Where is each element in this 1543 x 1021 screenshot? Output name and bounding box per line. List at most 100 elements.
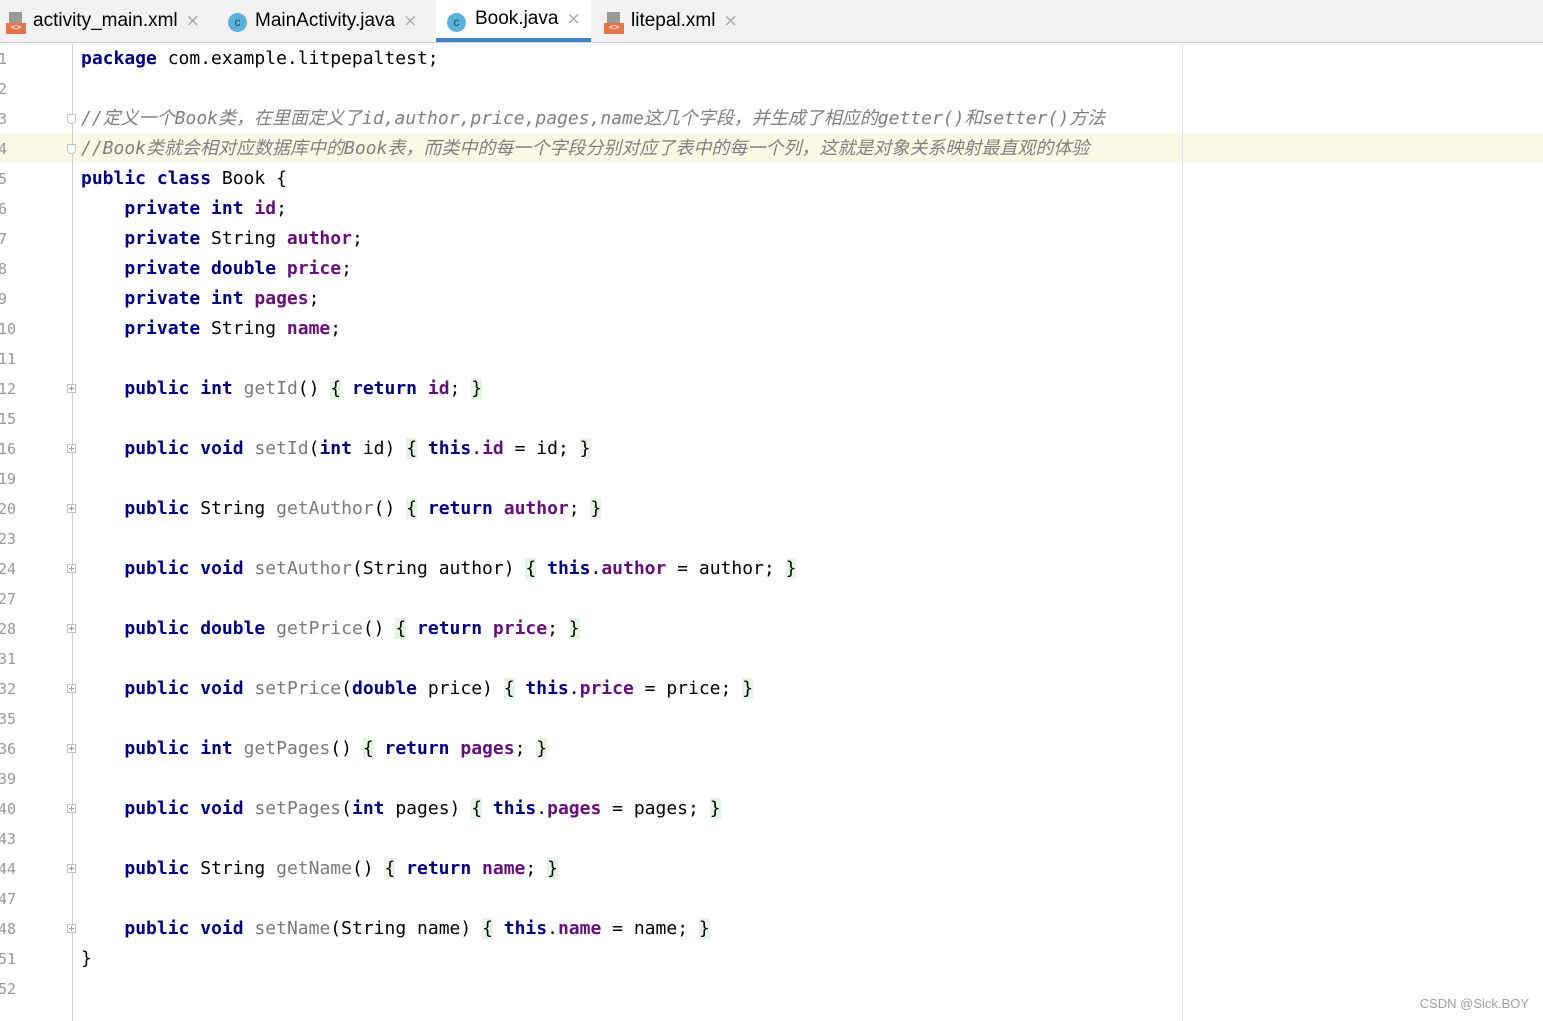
- line-number[interactable]: 48: [0, 914, 38, 944]
- field-token: id: [427, 378, 450, 399]
- code-line[interactable]: private int pages;: [81, 284, 319, 314]
- comment: //定义一个Book类，在里面定义了id,author,price,pages,…: [81, 108, 1106, 129]
- line-number[interactable]: 28: [0, 614, 38, 644]
- brace-token: }: [590, 498, 602, 519]
- line-number[interactable]: 8: [0, 254, 38, 284]
- keyword-token: double: [200, 618, 266, 639]
- fold-expand-icon[interactable]: [67, 924, 76, 933]
- fold-expand-icon[interactable]: [67, 384, 76, 393]
- fold-expand-icon[interactable]: [67, 564, 76, 573]
- fold-expand-icon[interactable]: [67, 624, 76, 633]
- code-line[interactable]: public void setAuthor(String author) { t…: [81, 554, 797, 584]
- code-line[interactable]: private String name;: [81, 314, 341, 344]
- code-line[interactable]: public void setId(int id) { this.id = id…: [81, 434, 591, 464]
- tab-mainactivity-java[interactable]: c MainActivity.java ×: [221, 0, 431, 42]
- code-line[interactable]: private String author;: [81, 224, 362, 254]
- line-number[interactable]: 24: [0, 554, 38, 584]
- close-icon[interactable]: ×: [723, 11, 737, 31]
- close-icon[interactable]: ×: [566, 9, 580, 29]
- line-number[interactable]: 3: [0, 104, 38, 134]
- right-margin-guide: [1182, 44, 1183, 1021]
- line-number[interactable]: 15: [0, 404, 38, 434]
- field-token: name: [286, 318, 331, 339]
- line-number[interactable]: 20: [0, 494, 38, 524]
- code-line[interactable]: //定义一个Book类，在里面定义了id,author,price,pages,…: [81, 104, 1105, 134]
- line-number[interactable]: 12: [0, 374, 38, 404]
- code-line[interactable]: }: [81, 944, 92, 974]
- field-token: author: [286, 228, 352, 249]
- code-line[interactable]: private int id;: [81, 194, 287, 224]
- code-line[interactable]: public class Book {: [81, 164, 287, 194]
- line-number[interactable]: 2: [0, 74, 38, 104]
- line-number[interactable]: 39: [0, 764, 38, 794]
- brace-token: {: [406, 438, 418, 459]
- line-number[interactable]: 40: [0, 794, 38, 824]
- keyword-token: void: [200, 678, 244, 699]
- line-number[interactable]: 47: [0, 884, 38, 914]
- method-name-token: setName: [254, 918, 331, 939]
- line-number[interactable]: 1: [0, 44, 38, 74]
- line-number[interactable]: 16: [0, 434, 38, 464]
- line-number[interactable]: 9: [0, 284, 38, 314]
- line-number[interactable]: 43: [0, 824, 38, 854]
- brace-token: }: [579, 438, 591, 459]
- line-number[interactable]: 4: [0, 134, 38, 164]
- brace-token: }: [698, 918, 710, 939]
- line-number[interactable]: 5: [0, 164, 38, 194]
- java-class-icon: c: [228, 13, 247, 32]
- fold-marker[interactable]: [67, 114, 76, 124]
- keyword-token: private int: [124, 198, 244, 219]
- line-number[interactable]: 6: [0, 194, 38, 224]
- method-name-token: setPages: [254, 798, 342, 819]
- keyword-token: return: [427, 498, 493, 519]
- line-number[interactable]: 35: [0, 704, 38, 734]
- tab-litepal-xml[interactable]: <> litepal.xml ×: [598, 0, 758, 42]
- code-line[interactable]: public void setPages(int pages) { this.p…: [81, 794, 721, 824]
- line-number[interactable]: 51: [0, 944, 38, 974]
- keyword-token: void: [200, 798, 244, 819]
- fold-expand-icon[interactable]: [67, 864, 76, 873]
- fold-expand-icon[interactable]: [67, 444, 76, 453]
- code-line[interactable]: public int getId() { return id; }: [81, 374, 483, 404]
- fold-expand-icon[interactable]: [67, 504, 76, 513]
- code-token: price: [427, 678, 483, 699]
- keyword-token: void: [200, 918, 244, 939]
- line-number[interactable]: 32: [0, 674, 38, 704]
- line-number[interactable]: 11: [0, 344, 38, 374]
- fold-marker[interactable]: [67, 144, 76, 154]
- line-number[interactable]: 19: [0, 464, 38, 494]
- line-number[interactable]: 23: [0, 524, 38, 554]
- line-number[interactable]: 52: [0, 974, 38, 1004]
- fold-expand-icon[interactable]: [67, 744, 76, 753]
- line-number[interactable]: 36: [0, 734, 38, 764]
- field-token: price: [579, 678, 634, 699]
- code-line[interactable]: public String getName() { return name; }: [81, 854, 558, 884]
- code-line[interactable]: public void setPrice(double price) { thi…: [81, 674, 754, 704]
- field-token: price: [286, 258, 342, 279]
- line-number[interactable]: 10: [0, 314, 38, 344]
- fold-expand-icon[interactable]: [67, 684, 76, 693]
- code-line[interactable]: public int getPages() { return pages; }: [81, 734, 548, 764]
- code-token: }: [81, 948, 92, 969]
- line-number[interactable]: 31: [0, 644, 38, 674]
- code-token: author: [698, 558, 764, 579]
- code-token: String: [200, 228, 277, 249]
- line-number[interactable]: 27: [0, 584, 38, 614]
- tab-book-java[interactable]: c Book.java ×: [436, 0, 591, 42]
- fold-expand-icon[interactable]: [67, 804, 76, 813]
- close-icon[interactable]: ×: [186, 11, 200, 31]
- code-line[interactable]: public String getAuthor() { return autho…: [81, 494, 602, 524]
- brace-token: }: [536, 738, 548, 759]
- line-number[interactable]: 44: [0, 854, 38, 884]
- code-line[interactable]: package com.example.litpepaltest;: [81, 44, 439, 74]
- close-icon[interactable]: ×: [403, 11, 417, 31]
- tab-activity-main-xml[interactable]: <> activity_main.xml ×: [0, 0, 213, 42]
- code-line[interactable]: public double getPrice() { return price;…: [81, 614, 580, 644]
- xml-file-icon: <>: [604, 12, 624, 34]
- code-line[interactable]: public void setName(String name) { this.…: [81, 914, 710, 944]
- code-line[interactable]: private double price;: [81, 254, 352, 284]
- keyword-token: private: [124, 228, 201, 249]
- code-line[interactable]: //Book类就会相对应数据库中的Book表，而类中的每一个字段分别对应了表中的…: [81, 134, 1089, 164]
- method-name-token: getId: [243, 378, 298, 399]
- line-number[interactable]: 7: [0, 224, 38, 254]
